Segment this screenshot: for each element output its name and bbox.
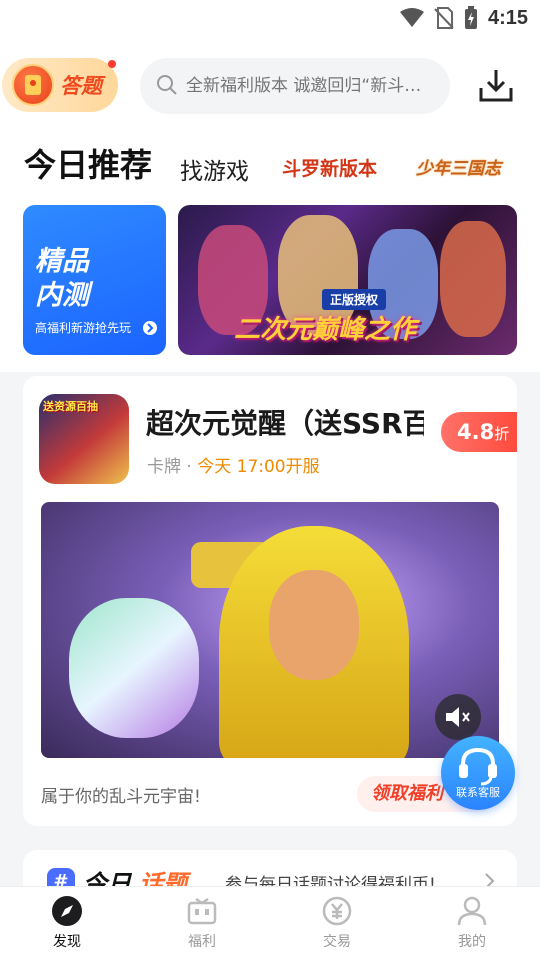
- video-hero-fist: [69, 598, 199, 738]
- nav-benefits[interactable]: 福利: [162, 895, 242, 951]
- beta-banner-title-line1: 精品: [35, 246, 89, 277]
- discount-unit: 折: [494, 425, 510, 443]
- top-header: 答题: [0, 36, 540, 126]
- game-video[interactable]: [41, 502, 499, 758]
- nav-discover-label: 发现: [53, 934, 81, 950]
- quiz-label: 答题: [60, 74, 102, 98]
- nav-profile-label: 我的: [458, 934, 486, 950]
- gift-box-icon: [187, 897, 217, 925]
- status-icons: 4:15: [399, 6, 528, 30]
- game-title[interactable]: 超次元觉醒（送SSR百抽）: [146, 402, 424, 442]
- banner-character: [440, 221, 506, 337]
- beta-banner-title: 精品 内测: [35, 245, 89, 313]
- customer-service-button[interactable]: 联系客服: [441, 736, 515, 810]
- compass-icon: [52, 896, 82, 926]
- wifi-icon: [399, 8, 424, 27]
- category-tabs: 今日推荐 找游戏 斗罗新版本 少年三国志: [0, 126, 540, 202]
- bottom-navigation: 发现 福利 交易 我的: [0, 886, 540, 960]
- download-icon[interactable]: [476, 66, 516, 106]
- notification-dot: [108, 60, 116, 68]
- customer-service-label: 联系客服: [456, 786, 500, 799]
- search-bar[interactable]: [140, 58, 450, 114]
- game-icon[interactable]: 送资源百抽: [39, 394, 129, 484]
- yuan-exchange-icon: [322, 896, 352, 926]
- discount-badge: 4.8折: [441, 412, 517, 452]
- nav-discover[interactable]: 发现: [27, 895, 107, 951]
- search-icon: [157, 75, 177, 95]
- game-category: 卡牌: [147, 457, 181, 477]
- discount-value: 4.8: [457, 420, 495, 444]
- quiz-button[interactable]: 答题: [2, 58, 118, 112]
- tab-today-recommend[interactable]: 今日推荐: [24, 140, 152, 186]
- promo-slogan: 二次元巅峰之作: [234, 315, 417, 345]
- licensed-tag: 正版授权: [322, 289, 387, 310]
- nav-trade[interactable]: 交易: [297, 895, 377, 951]
- beta-banner-subtitle: 高福利新游抢先玩: [35, 321, 132, 335]
- mute-button[interactable]: [435, 694, 481, 740]
- clock: 4:15: [487, 6, 528, 29]
- video-hero-face: [269, 570, 359, 680]
- nav-trade-label: 交易: [323, 934, 351, 950]
- no-sim-icon: [434, 7, 454, 29]
- status-bar: 4:15: [0, 0, 540, 36]
- red-envelope-icon: [12, 64, 54, 106]
- game-icon-badge: 送资源百抽: [43, 400, 98, 413]
- game-slogan: 属于你的乱斗元宇宙!: [41, 787, 201, 807]
- headset-icon: [459, 747, 497, 786]
- speaker-mute-icon: [446, 707, 470, 727]
- beta-banner-title-line2: 内测: [35, 280, 89, 311]
- game-meta: 卡牌 · 今天 17:00开服: [147, 452, 320, 477]
- beta-test-banner[interactable]: 精品 内测 高福利新游抢先玩: [23, 205, 166, 355]
- tab-douluo-new-version[interactable]: 斗罗新版本: [282, 154, 377, 181]
- nav-benefits-label: 福利: [188, 934, 216, 950]
- arrow-right-icon: [143, 321, 157, 335]
- tab-shaonian-sanguozhi[interactable]: 少年三国志: [416, 154, 501, 179]
- nav-profile[interactable]: 我的: [432, 895, 512, 951]
- tab-find-games[interactable]: 找游戏: [180, 152, 249, 186]
- battery-charging-icon: [464, 6, 477, 29]
- meta-separator: ·: [186, 457, 192, 477]
- server-open-time: 今天 17:00开服: [197, 457, 320, 477]
- user-icon: [457, 896, 487, 926]
- search-input[interactable]: [186, 68, 436, 104]
- game-promo-banner[interactable]: 正版授权 二次元巅峰之作: [178, 205, 517, 355]
